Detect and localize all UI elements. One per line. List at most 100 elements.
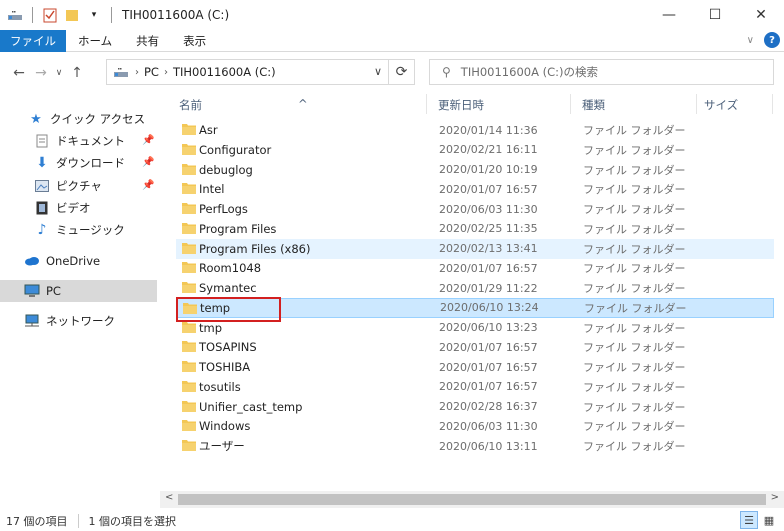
- column-name[interactable]: 名前: [179, 97, 202, 113]
- file-row[interactable]: Asr 2020/01/14 11:36 ファイル フォルダー: [176, 120, 774, 140]
- tab-home[interactable]: ホーム: [66, 30, 124, 52]
- nav-quick-access[interactable]: ★ クイック アクセス: [28, 108, 145, 130]
- file-name[interactable]: Program Files: [199, 222, 276, 236]
- file-type: ファイル フォルダー: [583, 242, 686, 256]
- file-row[interactable]: Unifier_cast_temp 2020/02/28 16:37 ファイル フォ…: [176, 397, 774, 417]
- folder-icon: [182, 321, 196, 333]
- close-button[interactable]: ✕: [738, 0, 784, 30]
- file-row[interactable]: debuglog 2020/01/20 10:19 ファイル フォルダー: [176, 160, 774, 180]
- sort-ascending-icon: ^: [298, 97, 308, 111]
- file-name[interactable]: Program Files (x86): [199, 242, 310, 256]
- pictures-icon: [34, 178, 50, 194]
- file-type: ファイル フォルダー: [583, 143, 686, 157]
- details-view-icon[interactable]: ☰: [740, 511, 758, 529]
- breadcrumb-pc[interactable]: PC: [144, 65, 159, 79]
- recent-locations-button[interactable]: ∨: [52, 61, 66, 85]
- file-row[interactable]: Program Files (x86) 2020/02/13 13:41 ファイル …: [176, 238, 774, 259]
- folder-icon: [182, 420, 196, 432]
- properties-icon[interactable]: [41, 6, 59, 24]
- item-count: 17 個の項目: [6, 514, 68, 528]
- file-date: 2020/06/10 13:24: [440, 301, 539, 315]
- refresh-button[interactable]: ⟳: [389, 59, 415, 85]
- nav-onedrive[interactable]: OneDrive: [24, 250, 100, 272]
- file-row[interactable]: Room1048 2020/01/07 16:57 ファイル フォルダー: [176, 258, 774, 278]
- scroll-left-icon[interactable]: <: [165, 492, 173, 503]
- horizontal-scrollbar[interactable]: < >: [160, 491, 784, 508]
- file-row[interactable]: ユーザー 2020/06/10 13:11 ファイル フォルダー: [176, 436, 774, 456]
- chevron-right-icon[interactable]: ›: [135, 67, 139, 78]
- file-name[interactable]: debuglog: [199, 163, 253, 177]
- file-name[interactable]: tmp: [199, 321, 222, 335]
- file-name[interactable]: Configurator: [199, 143, 271, 157]
- expand-ribbon-button[interactable]: ∨: [747, 35, 754, 46]
- title-bar: ▾ TIH0011600A (C:) — ☐ ✕: [0, 0, 784, 30]
- forward-button[interactable]: →: [30, 61, 52, 85]
- new-folder-icon[interactable]: [63, 6, 81, 24]
- folder-icon: [182, 400, 196, 412]
- file-row[interactable]: tosutils 2020/01/07 16:57 ファイル フォルダー: [176, 377, 774, 397]
- file-name[interactable]: Unifier_cast_temp: [199, 400, 302, 414]
- file-row[interactable]: PerfLogs 2020/06/03 11:30 ファイル フォルダー: [176, 199, 774, 219]
- maximize-button[interactable]: ☐: [692, 0, 738, 30]
- nav-label: ドキュメント: [56, 134, 125, 148]
- column-separator[interactable]: [570, 94, 571, 114]
- file-row[interactable]: TOSHIBA 2020/01/07 16:57 ファイル フォルダー: [176, 357, 774, 377]
- nav-pictures[interactable]: ピクチャ: [34, 175, 102, 197]
- nav-pc[interactable]: PC: [0, 280, 157, 302]
- file-name[interactable]: tosutils: [199, 380, 241, 394]
- file-row[interactable]: Intel 2020/01/07 16:57 ファイル フォルダー: [176, 179, 774, 199]
- file-name[interactable]: Room1048: [199, 261, 261, 275]
- file-row[interactable]: Windows 2020/06/03 11:30 ファイル フォルダー: [176, 416, 774, 436]
- file-row[interactable]: Symantec 2020/01/29 11:22 ファイル フォルダー: [176, 278, 774, 298]
- file-row[interactable]: TOSAPINS 2020/01/07 16:57 ファイル フォルダー: [176, 337, 774, 357]
- view-switcher: ☰ ▦: [740, 511, 778, 529]
- address-dropdown-icon[interactable]: ∨: [374, 65, 382, 78]
- file-type: ファイル フォルダー: [583, 361, 686, 374]
- file-name[interactable]: ユーザー: [199, 438, 245, 454]
- up-button[interactable]: ↑: [66, 61, 88, 85]
- folder-icon: [182, 163, 196, 175]
- file-type: ファイル フォルダー: [583, 222, 686, 236]
- tab-view[interactable]: 表示: [171, 30, 218, 52]
- file-date: 2020/01/29 11:22: [439, 281, 538, 295]
- breadcrumb-drive[interactable]: TIH0011600A (C:): [173, 65, 276, 79]
- column-separator[interactable]: [696, 94, 697, 114]
- nav-downloads[interactable]: ⬇ ダウンロード: [34, 152, 125, 174]
- nav-network[interactable]: ネットワーク: [24, 310, 115, 332]
- chevron-right-icon[interactable]: ›: [164, 67, 168, 78]
- file-name[interactable]: Intel: [199, 182, 224, 196]
- nav-label: ビデオ: [56, 201, 91, 215]
- column-type[interactable]: 種類: [582, 97, 605, 113]
- customize-toolbar-icon[interactable]: ▾: [85, 6, 103, 24]
- nav-music[interactable]: ♪ ミュージック: [34, 219, 125, 241]
- file-name[interactable]: TOSAPINS: [199, 340, 257, 354]
- file-name[interactable]: Asr: [199, 123, 218, 137]
- column-separator[interactable]: [772, 94, 773, 114]
- file-type: ファイル フォルダー: [583, 124, 686, 137]
- pin-icon[interactable]: 📌: [142, 180, 154, 191]
- pin-icon[interactable]: 📌: [142, 135, 154, 146]
- column-size[interactable]: サイズ: [704, 97, 738, 113]
- file-row[interactable]: Program Files 2020/02/25 11:35 ファイル フォルダー: [176, 219, 774, 239]
- minimize-button[interactable]: —: [646, 0, 692, 30]
- scroll-thumb[interactable]: [178, 494, 766, 505]
- pin-icon[interactable]: 📌: [142, 157, 154, 168]
- file-name[interactable]: PerfLogs: [199, 202, 248, 216]
- column-separator[interactable]: [426, 94, 427, 114]
- scroll-right-icon[interactable]: >: [771, 492, 779, 503]
- file-name[interactable]: Symantec: [199, 281, 257, 295]
- back-button[interactable]: ←: [8, 61, 30, 85]
- help-button[interactable]: ?: [764, 32, 780, 48]
- address-bar[interactable]: › PC › TIH0011600A (C:) ∨: [106, 59, 389, 85]
- file-row[interactable]: Configurator 2020/02/21 16:11 ファイル フォルダー: [176, 140, 774, 160]
- nav-videos[interactable]: ビデオ: [34, 197, 91, 219]
- file-name[interactable]: Windows: [199, 419, 250, 433]
- search-input[interactable]: ⚲ TIH0011600A (C:)の検索: [429, 59, 774, 85]
- nav-documents[interactable]: ドキュメント: [34, 130, 125, 152]
- column-date[interactable]: 更新日時: [438, 97, 484, 113]
- nav-label: ミュージック: [56, 223, 125, 237]
- file-name[interactable]: TOSHIBA: [199, 360, 250, 374]
- large-icons-view-icon[interactable]: ▦: [760, 511, 778, 529]
- tab-share[interactable]: 共有: [124, 30, 171, 52]
- tab-file[interactable]: ファイル: [0, 29, 66, 52]
